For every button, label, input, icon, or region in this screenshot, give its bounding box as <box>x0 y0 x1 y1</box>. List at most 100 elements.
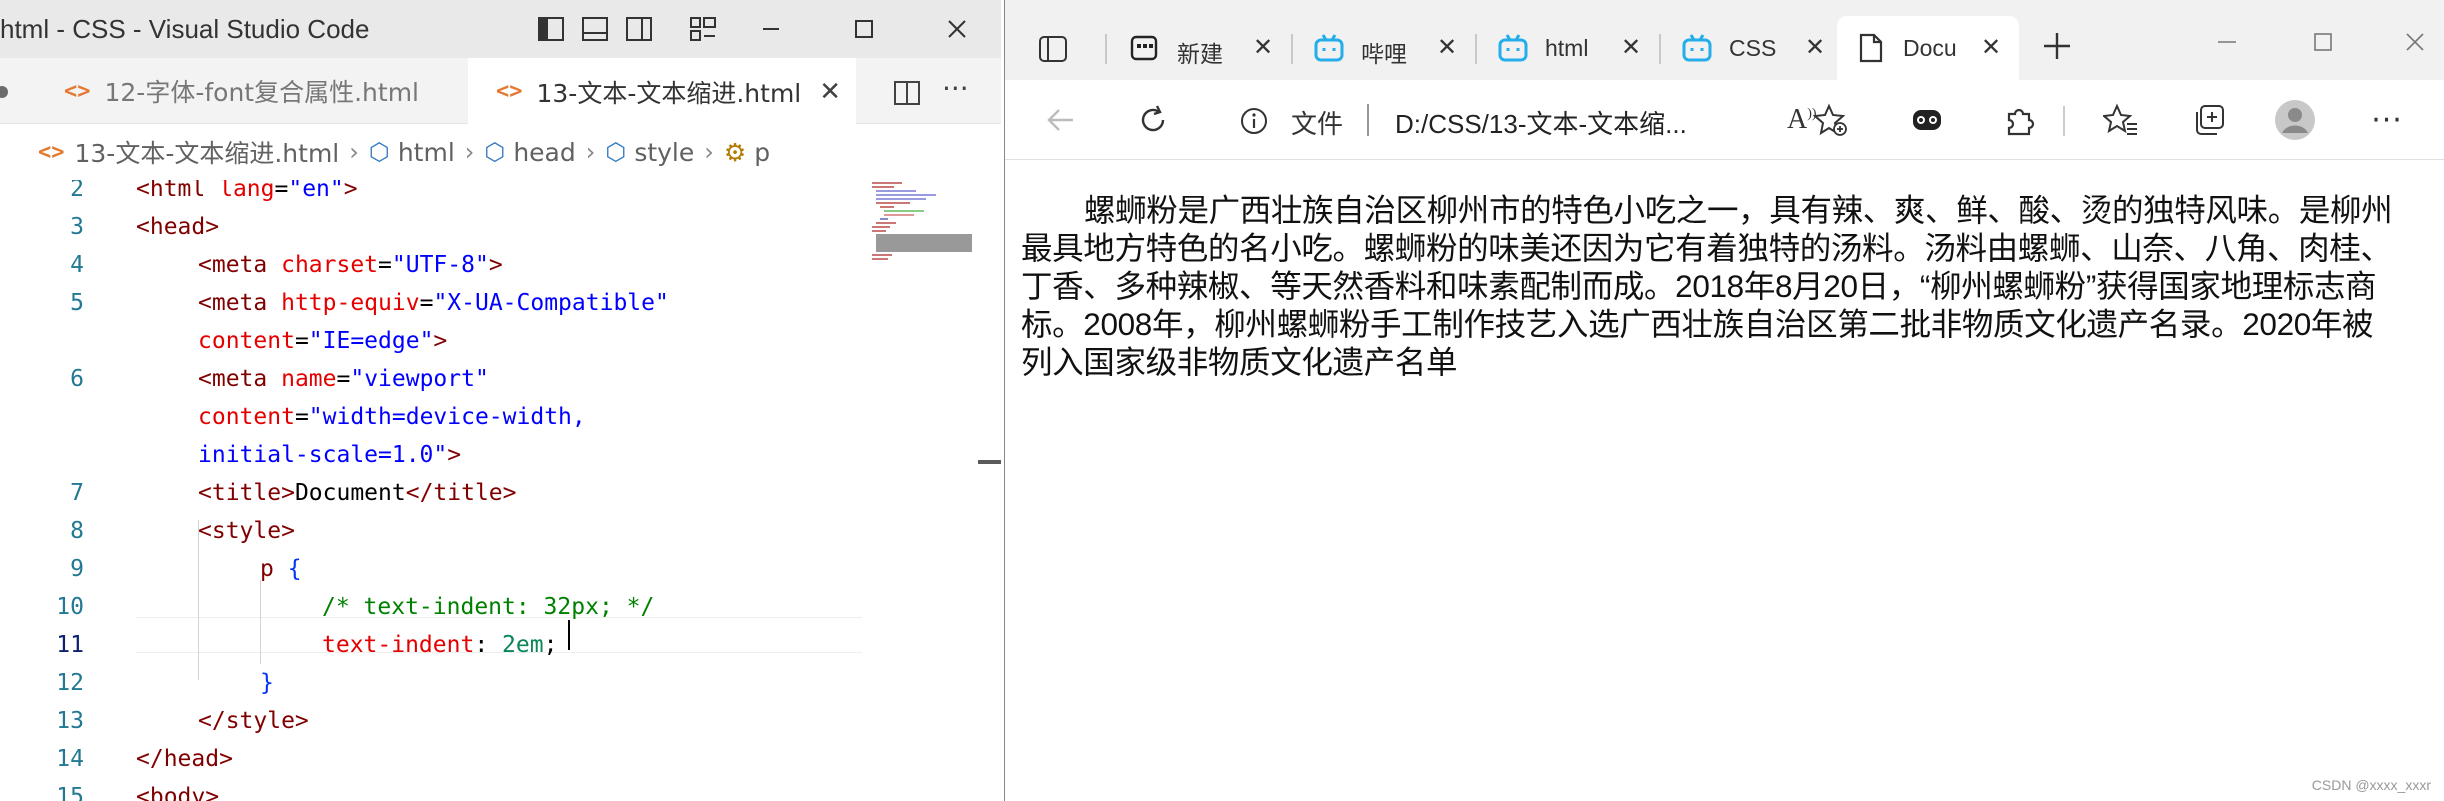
new-tab-button[interactable] <box>2039 28 2075 64</box>
back-button[interactable] <box>1039 98 1083 142</box>
line-number: 5 <box>70 290 84 316</box>
tab-label: Docu <box>1903 35 1957 61</box>
breadcrumb-item[interactable]: ⬡ head <box>484 138 575 167</box>
code-line: /* text-indent: 32px; */ <box>322 594 655 620</box>
line-number: 3 <box>70 214 84 240</box>
toggle-secondary-sidebar-icon[interactable] <box>624 14 654 44</box>
more-actions-icon[interactable]: ··· <box>942 72 969 105</box>
breadcrumb-html: html <box>397 137 455 167</box>
code-line: </head> <box>136 746 233 772</box>
browser-tab[interactable]: html ✕ <box>1483 18 1657 80</box>
line-number: 7 <box>70 480 84 506</box>
edge-browser-window: 新建 ✕ 哔哩 ✕ html ✕ CSS ✕ Docu ✕ 文件 D:/CSS/… <box>1004 0 2444 801</box>
breadcrumb-item[interactable]: ⬡ style <box>605 138 694 167</box>
minimize-button[interactable] <box>752 10 790 48</box>
breadcrumb-item[interactable]: ⬡ html <box>369 138 455 167</box>
selector-icon: ⚙ <box>723 137 747 167</box>
refresh-button[interactable] <box>1131 98 1175 142</box>
page-content: 螺蛳粉是广西壮族自治区柳州市的特色小吃之一，具有辣、爽、鲜、酸、烫的独特风味。是… <box>1005 161 2444 801</box>
maximize-button[interactable] <box>845 10 883 48</box>
bilibili-icon <box>1313 32 1345 64</box>
chevron-right-icon: › <box>464 138 475 166</box>
code-line: <meta name="viewport" <box>198 366 489 392</box>
code-line-wrapped: content="width=device-width, <box>198 404 586 430</box>
watermark: CSDN @xxxx_xxxr <box>2311 777 2431 793</box>
toolbar-divider <box>2063 106 2065 136</box>
line-number: 13 <box>56 708 84 734</box>
line-number: 14 <box>56 746 84 772</box>
address-separator <box>1367 104 1369 136</box>
close-button[interactable] <box>938 10 976 48</box>
code-editor[interactable]: 2 3 4 5 6 7 8 9 10 11 12 13 14 15 <html … <box>0 180 1001 801</box>
code-line: <html lang="en"> <box>136 180 358 202</box>
bilibili-icon <box>1497 32 1529 64</box>
line-number: 6 <box>70 366 84 392</box>
chevron-right-icon: › <box>585 138 596 166</box>
code-line: <meta charset="UTF-8"> <box>198 252 503 278</box>
collections-icon[interactable] <box>2187 98 2231 142</box>
editor-tab-active[interactable]: <> 13-文本-文本缩进.html ✕ <box>468 58 856 125</box>
browser-tab-active[interactable]: Docu ✕ <box>1837 16 2019 80</box>
breadcrumb-item[interactable]: ⚙ p <box>724 138 770 167</box>
code-line: <style> <box>198 518 295 544</box>
vertical-scrollbar[interactable] <box>978 180 1001 801</box>
text-cursor <box>568 620 570 650</box>
minimap[interactable] <box>870 180 980 300</box>
breadcrumb-p: p <box>754 137 771 167</box>
tab-label: 13-文本-文本缩进.html <box>536 78 802 108</box>
element-icon: ⬡ <box>605 138 627 166</box>
tab-label: CSS <box>1729 35 1777 61</box>
tab-label: 哔哩 <box>1361 41 1407 67</box>
editor-tab[interactable]: <> 12-字体-font复合属性.html <box>0 58 468 124</box>
breadcrumb-file: 13-文本-文本缩进.html <box>74 139 340 168</box>
editor-tab-bar: <> 12-字体-font复合属性.html <> 13-文本-文本缩进.htm… <box>0 58 1001 125</box>
vscode-titlebar: html - CSS - Visual Studio Code <box>0 0 1001 58</box>
browser-tab[interactable]: 新建 ✕ <box>1115 18 1289 80</box>
breadcrumb-item[interactable]: <> 13-文本-文本缩进.html <box>38 134 339 170</box>
toggle-primary-sidebar-icon[interactable] <box>536 14 566 44</box>
close-tab-icon[interactable]: ✕ <box>1805 33 1825 61</box>
code-line-wrapped: content="IE=edge"> <box>198 328 448 354</box>
new-tab-icon <box>1129 33 1159 63</box>
tab-label: html <box>1545 35 1589 61</box>
line-number: 10 <box>56 594 84 620</box>
profile-avatar[interactable] <box>2273 98 2317 142</box>
close-tab-icon[interactable]: ✕ <box>1981 33 2001 61</box>
browser-tab[interactable]: 哔哩 ✕ <box>1299 18 1473 80</box>
browser-tab-strip: 新建 ✕ 哔哩 ✕ html ✕ CSS ✕ Docu ✕ <box>1005 0 2444 80</box>
close-tab-icon[interactable]: ✕ <box>1253 33 1273 61</box>
breadcrumb: <> 13-文本-文本缩进.html › ⬡ html › ⬡ head › ⬡… <box>0 124 1001 180</box>
line-number: 9 <box>70 556 84 582</box>
extension-icon[interactable] <box>1905 98 1949 142</box>
tab-actions-icon[interactable] <box>1037 34 1069 64</box>
extensions-puzzle-icon[interactable] <box>1997 98 2041 142</box>
browser-tab[interactable]: CSS ✕ <box>1667 18 1841 80</box>
code-line: p { <box>260 556 302 582</box>
close-tab-icon[interactable]: ✕ <box>1437 33 1457 61</box>
browser-toolbar: 文件 D:/CSS/13-文本-文本缩... A)) ··· <box>1005 80 2444 160</box>
line-number-active: 11 <box>56 632 84 658</box>
customize-layout-icon[interactable] <box>688 14 718 44</box>
close-tab-icon[interactable]: ✕ <box>819 77 841 107</box>
split-editor-icon[interactable] <box>892 78 922 108</box>
close-tab-icon[interactable]: ✕ <box>1621 33 1641 61</box>
breadcrumb-head: head <box>513 137 576 167</box>
indent-guide <box>260 580 261 664</box>
favorites-icon[interactable] <box>2099 98 2143 142</box>
settings-more-icon[interactable]: ··· <box>2365 98 2409 142</box>
maximize-button[interactable] <box>2303 24 2343 60</box>
code-line: <title>Document</title> <box>198 480 517 506</box>
element-icon: ⬡ <box>484 138 506 166</box>
scrollbar-thumb[interactable] <box>978 460 1001 464</box>
line-number: 4 <box>70 252 84 278</box>
line-number: 2 <box>70 180 84 202</box>
close-button[interactable] <box>2395 24 2435 60</box>
page-paragraph: 螺蛳粉是广西壮族自治区柳州市的特色小吃之一，具有辣、爽、鲜、酸、烫的独特风味。是… <box>1021 192 2393 380</box>
address-url[interactable]: D:/CSS/13-文本-文本缩... <box>1395 104 1687 141</box>
info-icon[interactable] <box>1239 106 1269 136</box>
minimize-button[interactable] <box>2207 24 2247 60</box>
address-bar[interactable]: 文件 D:/CSS/13-文本-文本缩... A)) <box>1207 92 1873 150</box>
toggle-panel-icon[interactable] <box>580 14 610 44</box>
indent-guide <box>198 520 199 680</box>
add-favorite-icon[interactable] <box>1809 98 1853 142</box>
